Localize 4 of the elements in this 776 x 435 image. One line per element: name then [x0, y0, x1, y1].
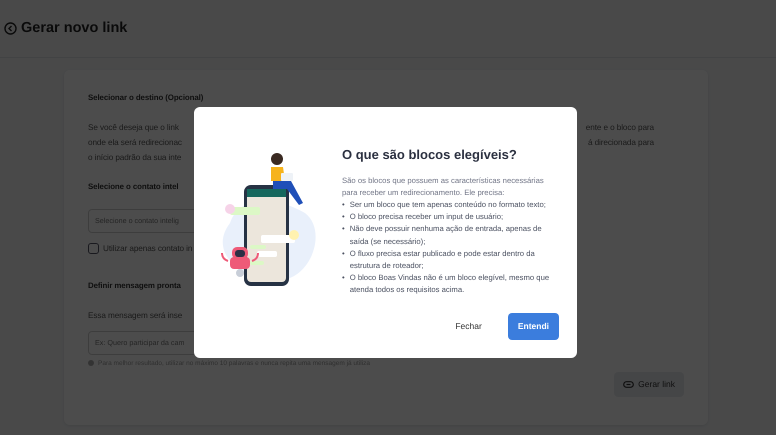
confirm-button[interactable]: Entendi [508, 313, 559, 340]
page-title: Gerar novo link [21, 20, 128, 38]
dialog-title: O que são blocos elegíveis? [342, 147, 518, 163]
close-button[interactable]: Fechar [445, 314, 492, 339]
